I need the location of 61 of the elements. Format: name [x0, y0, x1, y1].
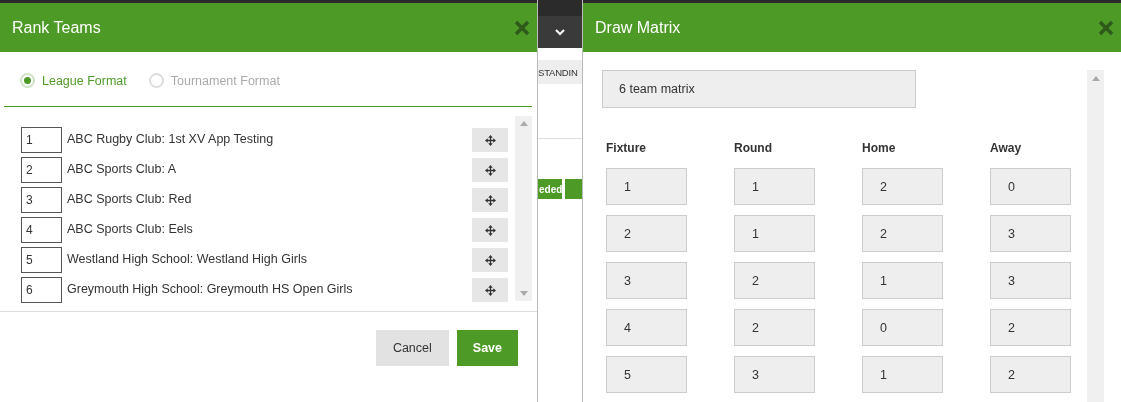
- column-header: Fixture: [606, 141, 647, 155]
- rank-input[interactable]: 4: [21, 217, 62, 243]
- team-name: ABC Sports Club: Red: [67, 191, 193, 206]
- column-header: Round: [734, 141, 773, 155]
- rank-input[interactable]: 2: [21, 157, 62, 183]
- matrix-field[interactable]: 2: [990, 309, 1071, 346]
- action-button[interactable]: eded: [538, 179, 563, 199]
- matrix-field[interactable]: 2: [606, 215, 687, 252]
- matrix-field[interactable]: 0: [862, 309, 943, 346]
- move-icon: [484, 254, 496, 266]
- matrix-field[interactable]: 1: [862, 356, 943, 393]
- move-icon: [484, 224, 496, 236]
- chevron-down-icon[interactable]: [555, 28, 565, 36]
- move-icon: [484, 134, 496, 146]
- matrix-select[interactable]: 6 team matrix: [602, 70, 916, 108]
- rank-input[interactable]: 6: [21, 277, 62, 303]
- matrix-field[interactable]: 2: [990, 356, 1071, 393]
- cancel-button[interactable]: Cancel: [375, 330, 449, 366]
- move-handle[interactable]: [472, 128, 508, 152]
- move-handle[interactable]: [472, 278, 508, 302]
- move-icon: [484, 194, 496, 206]
- matrix-field[interactable]: 3: [734, 356, 815, 393]
- move-icon: [484, 284, 496, 296]
- matrix-field[interactable]: 1: [862, 262, 943, 299]
- move-handle[interactable]: [472, 218, 508, 242]
- move-handle[interactable]: [472, 188, 508, 212]
- matrix-field[interactable]: 3: [990, 215, 1071, 252]
- matrix-field[interactable]: 2: [734, 262, 815, 299]
- team-name: ABC Rugby Club: 1st XV App Testing: [67, 131, 275, 146]
- matrix-field[interactable]: 3: [990, 262, 1071, 299]
- team-name: Greymouth High School: Greymouth HS Open Girls: [67, 281, 354, 296]
- move-handle[interactable]: [472, 248, 508, 272]
- rank-input[interactable]: 1: [21, 127, 62, 153]
- tab[interactable]: STANDIN: [538, 60, 582, 84]
- team-name: ABC Sports Club: Eels: [67, 221, 194, 236]
- rank-input[interactable]: 5: [21, 247, 62, 273]
- dialog-title: Draw Matrix: [595, 18, 681, 37]
- scrollbar[interactable]: [1087, 70, 1104, 402]
- matrix-field[interactable]: 3: [606, 262, 687, 299]
- matrix-field[interactable]: 2: [862, 215, 943, 252]
- matrix-field[interactable]: 5: [606, 356, 687, 393]
- format-radio[interactable]: League Format: [20, 73, 127, 88]
- dialog-title: Rank Teams: [12, 18, 101, 37]
- matrix-field[interactable]: 0: [990, 168, 1071, 205]
- move-handle[interactable]: [472, 158, 508, 182]
- save-button[interactable]: Save: [456, 330, 518, 366]
- column-header: Home: [862, 141, 897, 155]
- team-name: ABC Sports Club: A: [67, 161, 178, 176]
- column-header: Away: [990, 141, 1023, 155]
- matrix-field[interactable]: 4: [606, 309, 687, 346]
- close-icon: [1097, 18, 1115, 37]
- team-name: Westland High School: Westland High Girls: [67, 251, 308, 266]
- close-icon: [513, 18, 531, 37]
- move-icon: [484, 164, 496, 176]
- matrix-field[interactable]: 1: [606, 168, 687, 205]
- scrollbar[interactable]: [515, 116, 532, 301]
- matrix-field[interactable]: 2: [862, 168, 943, 205]
- matrix-field[interactable]: 1: [734, 168, 815, 205]
- matrix-field[interactable]: 1: [734, 215, 815, 252]
- rank-input[interactable]: 3: [21, 187, 62, 213]
- matrix-field[interactable]: 2: [734, 309, 815, 346]
